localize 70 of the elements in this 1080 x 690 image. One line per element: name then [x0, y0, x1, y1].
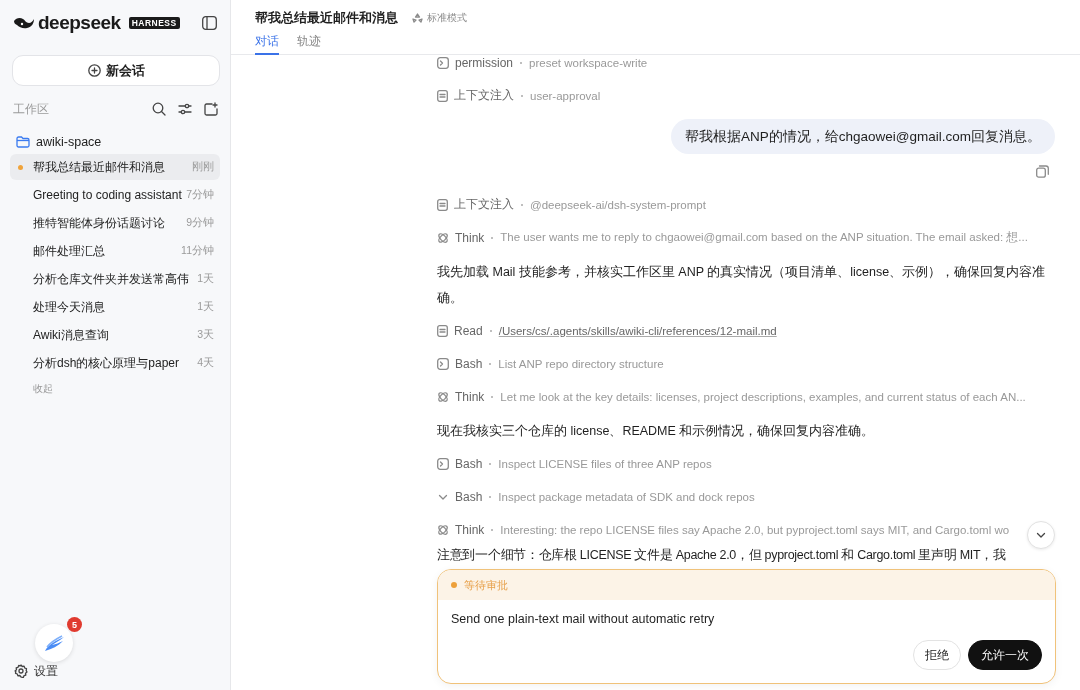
tool-label: 上下文注入: [454, 196, 514, 213]
settings-link[interactable]: 设置: [14, 662, 64, 680]
tool-label: Think: [455, 389, 485, 404]
tool-label: permission: [455, 55, 514, 70]
status-dot: [451, 582, 457, 588]
tab[interactable]: 对话: [255, 33, 279, 55]
approval-request: Send one plain-text mail without automatic retry: [450, 611, 716, 628]
tool-detail: preset workspace-write: [529, 56, 648, 69]
sliders-icon[interactable]: [178, 102, 192, 116]
knot-icon: [437, 390, 449, 403]
tool-label: Bash: [455, 489, 483, 504]
tool-detail: Inspect LICENSE files of three ANP repos: [498, 457, 712, 470]
conversation-item[interactable]: 分析dsh的核心原理与paper 4天: [10, 350, 220, 376]
conversation-item[interactable]: Greeting to coding assistant 7分钟: [10, 182, 220, 208]
chevron-down-icon: [1036, 530, 1046, 540]
tool-label: Bash: [455, 456, 483, 471]
search-icon[interactable]: [152, 102, 166, 116]
tool-detail: The user wants me to reply to chgaowei@gmail.com based on the ANP situation. The email asked: 想...: [500, 230, 1028, 245]
settings-icon: [14, 664, 28, 678]
assistant-message: 现在我核实三个仓库的 license、README 和示例情况，确保回复内容准确。: [437, 423, 876, 440]
tool-detail: Interesting: the repo LICENSE files say Apache 2.0, but pyproject.toml says MIT, and Cargo.toml wo: [500, 523, 1010, 536]
folder-name[interactable]: awiki-space: [36, 135, 102, 149]
assistant-message: 我先加载 Mail 技能参考，并核实工作区里 ANP 的真实情况（项目清单、license、示例），确保回复内容准确。: [437, 264, 1047, 307]
conversation-item[interactable]: 分析仓库文件夹并发送常高伟 1天: [10, 266, 220, 292]
tool-label: 上下文注入: [454, 87, 514, 104]
conversation-item[interactable]: 处理今天消息 1天: [10, 294, 220, 320]
assistant-message: 注意到一个细节：仓库根 LICENSE 文件是 Apache 2.0，但 pyproject.toml 和 Cargo.toml 里声明 MIT，我: [437, 547, 1007, 564]
new-folder-icon[interactable]: [204, 102, 218, 116]
mode-label[interactable]: 标准模式: [412, 11, 467, 25]
tool-detail: Inspect package metadata of SDK and dock repos: [498, 490, 755, 503]
new-chat-button[interactable]: 新会话: [12, 55, 220, 86]
tool-label: Think: [455, 230, 485, 245]
tool-label: Read: [454, 323, 483, 338]
conversation-title: 帮我总结最近邮件和消息: [255, 9, 398, 27]
conversation-item[interactable]: 邮件处理汇总 11分钟: [10, 238, 220, 264]
conversation-item[interactable]: Awiki消息查询 3天: [10, 322, 220, 348]
status-dot: [18, 164, 23, 170]
knot-icon: [437, 523, 449, 536]
copy-icon[interactable]: [1036, 164, 1049, 178]
sidebar-toggle-icon[interactable]: [202, 16, 217, 30]
knot-icon: [437, 231, 449, 244]
document-icon: [437, 198, 448, 211]
tool-detail: @deepseek-ai/dsh-system-prompt: [530, 198, 706, 211]
approval-status: 等待审批: [464, 577, 508, 593]
section-label: 工作区: [13, 100, 49, 118]
tool-label: Think: [455, 522, 485, 537]
tab[interactable]: 轨迹: [297, 33, 321, 55]
document-icon: [437, 324, 448, 337]
logo-badge: HARNESS: [128, 17, 180, 29]
terminal-icon: [437, 457, 449, 470]
terminal-icon: [437, 56, 449, 69]
assistant-avatar[interactable]: [35, 624, 73, 662]
terminal-icon: [437, 357, 449, 370]
document-icon: [437, 89, 448, 102]
conversation-item[interactable]: 帮我总结最近邮件和消息 刚刚: [10, 154, 220, 180]
tool-detail: List ANP repo directory structure: [498, 357, 664, 370]
file-link[interactable]: /Users/cs/.agents/skills/awiki-cli/references/12-mail.md: [498, 324, 777, 337]
plus-circle-icon: [87, 64, 101, 77]
allow-once-button[interactable]: 允许一次: [968, 640, 1042, 670]
tool-detail: user-approval: [530, 89, 601, 102]
tool-detail: Let me look at the key details: licenses, project descriptions, examples, and current status of each AN...: [500, 390, 1026, 403]
wing-icon: [43, 633, 65, 653]
notification-badge: 5: [67, 617, 82, 632]
tool-label: Bash: [455, 356, 483, 371]
conversation-item[interactable]: 推特智能体身份话题讨论 9分钟: [10, 210, 220, 236]
user-message: 帮我根据ANP的情况，给chgaowei@gmail.com回复消息。: [670, 119, 1055, 154]
folder-icon: [16, 136, 30, 148]
logo-wordmark: deepseek: [38, 12, 121, 34]
whale-icon: [13, 15, 35, 31]
reject-button[interactable]: 拒绝: [913, 640, 961, 670]
